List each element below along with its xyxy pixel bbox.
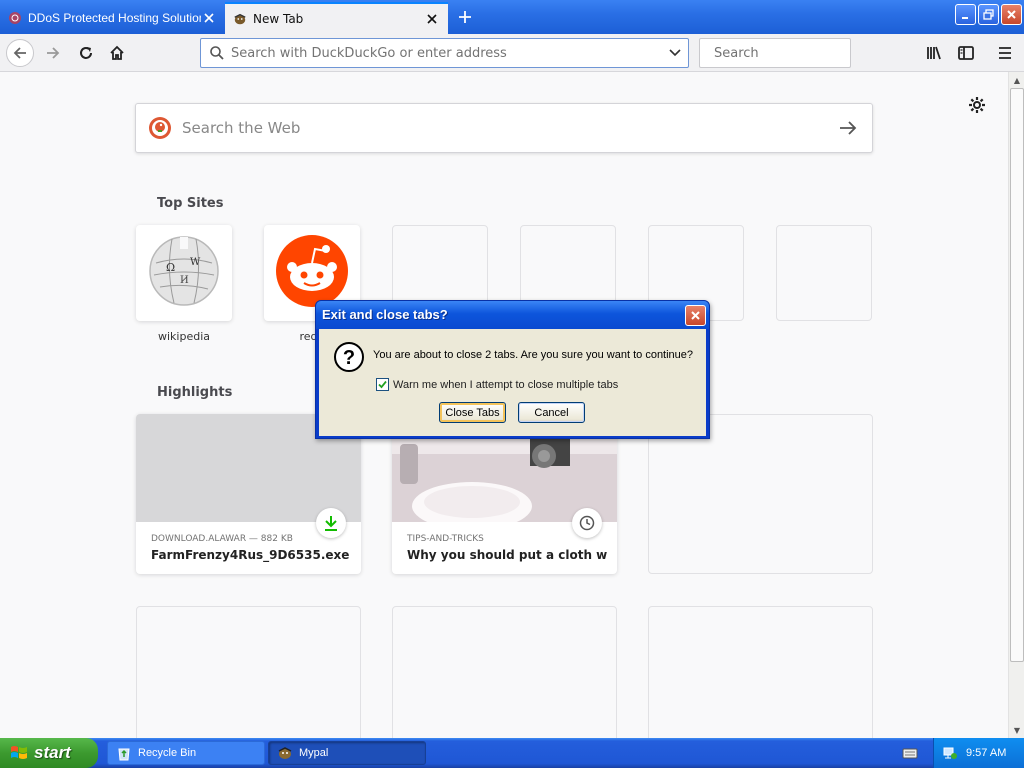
svg-text:И: И (180, 275, 189, 286)
dialog-body: ? You are about to close 2 tabs. Are you… (319, 329, 706, 436)
dialog-titlebar: Exit and close tabs? (316, 301, 709, 329)
dialog-close-button[interactable] (685, 305, 706, 326)
dialog-title: Exit and close tabs? (322, 307, 448, 322)
sidebar-icon (958, 46, 974, 60)
close-icon (1007, 10, 1016, 19)
tab-new-tab[interactable]: New Tab (225, 2, 448, 34)
home-button[interactable] (103, 39, 131, 67)
tab-ddos-hosting[interactable]: DDoS Protected Hosting Solutions (0, 2, 225, 34)
dialog-message: You are about to close 2 tabs. Are you s… (373, 349, 694, 361)
taskbar-item-mypal[interactable]: Mypal (268, 741, 426, 765)
address-bar[interactable] (200, 38, 689, 68)
warn-checkbox-row[interactable]: Warn me when I attempt to close multiple… (376, 378, 618, 391)
customize-button[interactable] (966, 94, 988, 116)
highlight-empty-slot (648, 606, 873, 738)
svg-text:Ω: Ω (166, 261, 175, 274)
checkmark-icon (378, 380, 387, 389)
taskbar-clock: 9:57 AM (966, 747, 1007, 759)
cancel-button[interactable]: Cancel (518, 402, 585, 423)
arrow-right-icon (47, 47, 60, 59)
tab-title: New Tab (253, 12, 304, 26)
keyboard-icon[interactable] (902, 745, 918, 761)
windows-logo-icon (11, 746, 27, 759)
hamburger-menu-icon (999, 47, 1011, 59)
top-site-label: wikipedia (157, 330, 210, 343)
forward-button[interactable] (39, 39, 67, 67)
reload-button[interactable] (72, 39, 100, 67)
search-bar[interactable] (699, 38, 884, 68)
menu-button[interactable] (991, 39, 1019, 67)
sidebar-toggle-button[interactable] (952, 39, 980, 67)
network-icon[interactable] (942, 745, 958, 761)
download-icon (316, 508, 346, 538)
highlight-title: Why you should put a cloth with ... (407, 548, 607, 562)
scroll-up-icon[interactable]: ▲ (1009, 72, 1024, 88)
highlight-title: FarmFrenzy4Rus_9D6535.exe (151, 548, 350, 562)
home-icon (110, 45, 124, 60)
svg-text:W: W (190, 257, 201, 268)
new-tab-button[interactable] (452, 5, 478, 29)
highlight-empty-slot (136, 606, 361, 738)
search-input[interactable] (714, 45, 884, 61)
start-button[interactable]: start (0, 738, 98, 768)
search-go-button[interactable] (824, 104, 872, 152)
start-label: start (34, 743, 71, 762)
library-icon (927, 46, 941, 60)
highlight-meta: TIPS-AND-TRICKS (407, 534, 484, 544)
highlight-meta: DOWNLOAD.ALAWAR — 882 KB (151, 534, 293, 544)
windows-taskbar: start Recycle Bin Mypal 9:57 AM (0, 738, 1024, 768)
tab-strip: DDoS Protected Hosting Solutions New Tab (0, 0, 1024, 34)
mypal-favicon-icon (233, 12, 247, 26)
wikipedia-logo-icon: Ω W И (149, 236, 219, 306)
window-minimize-button[interactable] (955, 4, 976, 25)
mypal-icon (278, 747, 292, 759)
duckduckgo-logo-icon (149, 117, 171, 139)
highlights-heading: Highlights (157, 385, 233, 400)
window-restore-button[interactable] (978, 4, 999, 25)
scrollbar-thumb[interactable] (1010, 88, 1024, 662)
top-site-empty-slot (776, 225, 872, 321)
library-button[interactable] (920, 39, 948, 67)
svg-text:?: ? (343, 347, 355, 369)
taskbar-item-recycle-bin[interactable]: Recycle Bin (107, 741, 265, 765)
top-site-wikipedia[interactable]: Ω W И (136, 225, 232, 321)
warn-checkbox-label: Warn me when I attempt to close multiple… (393, 378, 619, 391)
vertical-scrollbar[interactable]: ▲ ▼ (1008, 72, 1024, 738)
system-tray: 9:57 AM (933, 738, 1024, 768)
window-close-button[interactable] (1001, 4, 1022, 25)
tab-title: DDoS Protected Hosting Solutions (28, 11, 201, 25)
address-input[interactable] (231, 45, 662, 61)
minimize-icon (962, 17, 968, 19)
question-icon: ? (334, 342, 364, 372)
close-tabs-button[interactable]: Close Tabs (439, 402, 506, 423)
taskbar-item-label: Recycle Bin (138, 747, 197, 759)
web-search-box[interactable] (135, 103, 873, 153)
web-search-input[interactable] (182, 119, 824, 137)
search-icon (210, 46, 224, 60)
close-icon (691, 311, 700, 320)
highlight-empty-slot (392, 606, 617, 738)
back-button[interactable] (6, 39, 34, 67)
top-sites-heading: Top Sites (157, 196, 224, 211)
tab-close-icon[interactable] (424, 11, 440, 27)
navigation-toolbar (0, 34, 1024, 72)
close-tabs-dialog: Exit and close tabs? ? You are about to … (315, 300, 710, 439)
clock-icon (572, 508, 602, 538)
restore-icon (983, 9, 994, 20)
arrow-right-icon (840, 121, 857, 135)
gear-icon (969, 97, 985, 113)
chevron-down-icon[interactable] (662, 40, 688, 66)
recycle-bin-icon (118, 748, 130, 761)
site-favicon-icon (8, 11, 22, 25)
arrow-left-icon (13, 47, 26, 59)
plus-icon (459, 11, 471, 23)
reload-icon (80, 47, 92, 59)
tab-close-icon[interactable] (201, 10, 217, 26)
warn-checkbox[interactable] (376, 378, 389, 391)
scroll-down-icon[interactable]: ▼ (1009, 722, 1024, 738)
taskbar-item-label: Mypal (299, 747, 329, 759)
